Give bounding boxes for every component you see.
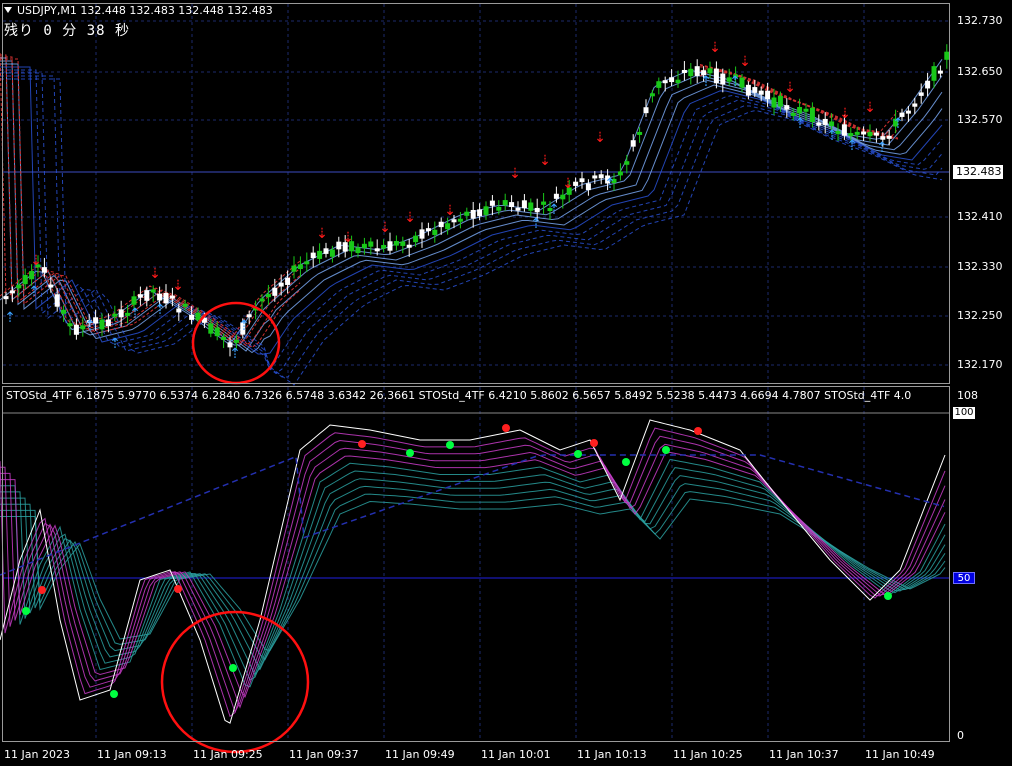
time-label: 11 Jan 2023 xyxy=(4,748,70,761)
indicator-axis-bottom: 0 xyxy=(957,729,964,742)
price-label: 132.650 xyxy=(957,65,1003,78)
time-label: 11 Jan 10:13 xyxy=(577,748,647,761)
indicator-axis-top: 108 xyxy=(957,389,978,402)
price-label: 132.730 xyxy=(957,14,1003,27)
time-label: 11 Jan 10:25 xyxy=(673,748,743,761)
price-label: 132.170 xyxy=(957,358,1003,371)
time-label: 11 Jan 09:25 xyxy=(193,748,263,761)
time-label: 11 Jan 09:37 xyxy=(289,748,359,761)
dropdown-caret-icon[interactable] xyxy=(4,7,12,13)
candle-countdown: 残り 0 分 38 秒 xyxy=(4,23,131,39)
level-100-tag: 100 xyxy=(953,407,975,419)
time-label: 11 Jan 10:37 xyxy=(769,748,839,761)
price-label: 132.570 xyxy=(957,113,1003,126)
main-chart-frame xyxy=(2,3,950,384)
symbol-header: USDJPY,M1 132.448 132.483 132.448 132.48… xyxy=(17,4,273,17)
time-label: 11 Jan 09:49 xyxy=(385,748,455,761)
time-label: 11 Jan 10:49 xyxy=(865,748,935,761)
time-label: 11 Jan 10:01 xyxy=(481,748,551,761)
price-label: 132.330 xyxy=(957,260,1003,273)
price-label: 132.250 xyxy=(957,309,1003,322)
indicator-header: STOStd_4TF 6.1875 5.9770 6.5374 6.2840 6… xyxy=(6,389,912,402)
price-label: 132.410 xyxy=(957,210,1003,223)
current-price-tag: 132.483 xyxy=(953,165,1003,179)
indicator-window-frame xyxy=(2,386,950,742)
time-label: 11 Jan 09:13 xyxy=(97,748,167,761)
level-50-tag: 50 xyxy=(953,572,975,584)
